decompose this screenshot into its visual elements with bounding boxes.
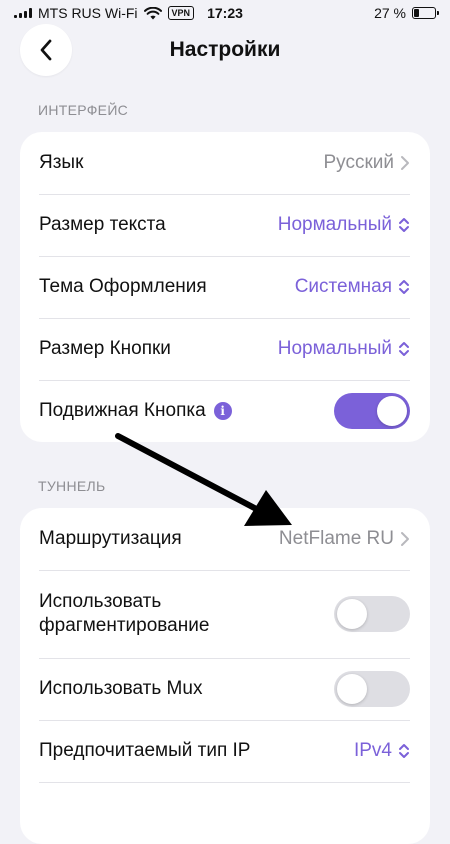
page-title: Настройки (169, 38, 281, 61)
battery-icon (412, 7, 439, 19)
chevron-right-icon (401, 156, 409, 170)
wifi-icon (143, 6, 162, 19)
chevron-up-down-icon (399, 744, 409, 758)
row-label: Тема Оформления (39, 276, 207, 297)
toggle-knob (377, 396, 407, 426)
row-value-group: Нормальный (278, 214, 410, 236)
info-icon[interactable]: i (213, 402, 232, 420)
row-label: Подвижная Кнопка (39, 400, 206, 421)
cellular-signal-icon (14, 8, 32, 18)
row-ip-type[interactable]: Предпочитаемый тип IP IPv4 (20, 720, 430, 782)
section-label-tunnel: ТУННЕЛЬ (38, 478, 106, 494)
carrier-name: MTS RUS Wi-Fi (38, 5, 138, 21)
ip-type-value: IPv4 (353, 740, 392, 761)
mux-toggle[interactable] (334, 671, 410, 707)
row-fragmentation: Использовать фрагментирование (20, 570, 430, 658)
row-label-group: Подвижная Кнопка i (39, 399, 232, 423)
row-label: Маршрутизация (39, 528, 182, 549)
status-bar-right: 27 % (374, 5, 439, 21)
battery-fill (414, 9, 419, 17)
row-text-size[interactable]: Размер текста Нормальный (20, 194, 430, 256)
theme-value: Системная (294, 276, 392, 297)
chevron-up-down-icon (399, 218, 409, 232)
row-value-group: Русский (324, 152, 411, 174)
row-mux: Использовать Mux (20, 658, 430, 720)
vpn-badge: VPN (167, 6, 195, 20)
row-label: Язык (39, 152, 84, 173)
chevron-up-down-icon (399, 280, 409, 294)
row-language[interactable]: Язык Русский (20, 132, 430, 194)
status-bar-left: MTS RUS Wi-Fi VPN (14, 5, 195, 21)
chevron-up-down-icon (399, 342, 409, 356)
fragmentation-toggle[interactable] (334, 596, 410, 632)
toggle-knob (337, 674, 367, 704)
toggle-knob (337, 599, 367, 629)
floating-button-toggle[interactable] (334, 393, 410, 429)
row-label: Предпочитаемый тип IP (39, 740, 251, 761)
status-bar: MTS RUS Wi-Fi VPN 17:23 27 % (0, 0, 450, 26)
language-value: Русский (323, 152, 395, 173)
text-size-value: Нормальный (277, 214, 392, 235)
row-label: Использовать Mux (39, 678, 203, 699)
routing-value: NetFlame RU (278, 528, 394, 549)
tunnel-card: Маршрутизация NetFlame RU Использовать ф… (20, 508, 430, 844)
row-value-group: Системная (295, 276, 410, 298)
row-routing[interactable]: Маршрутизация NetFlame RU (20, 508, 430, 570)
status-time: 17:23 (207, 5, 243, 21)
row-floating-button: Подвижная Кнопка i (20, 380, 430, 442)
row-label: Размер текста (39, 214, 166, 235)
row-label: Использовать фрагментирование (39, 591, 210, 636)
row-button-size[interactable]: Размер Кнопки Нормальный (20, 318, 430, 380)
row-value-group: Нормальный (278, 338, 410, 360)
battery-percent: 27 % (374, 5, 406, 21)
chevron-right-icon (401, 532, 409, 546)
row-theme[interactable]: Тема Оформления Системная (20, 256, 430, 318)
row-value-group: IPv4 (354, 740, 410, 762)
nav-header: Настройки (0, 24, 450, 80)
button-size-value: Нормальный (277, 338, 392, 359)
section-label-interface: ИНТЕРФЕЙС (38, 102, 129, 118)
interface-card: Язык Русский Размер текста Нормальный Те… (20, 132, 430, 442)
row-label: Размер Кнопки (39, 338, 171, 359)
row-value-group: NetFlame RU (279, 528, 410, 550)
row-partial (20, 782, 430, 844)
